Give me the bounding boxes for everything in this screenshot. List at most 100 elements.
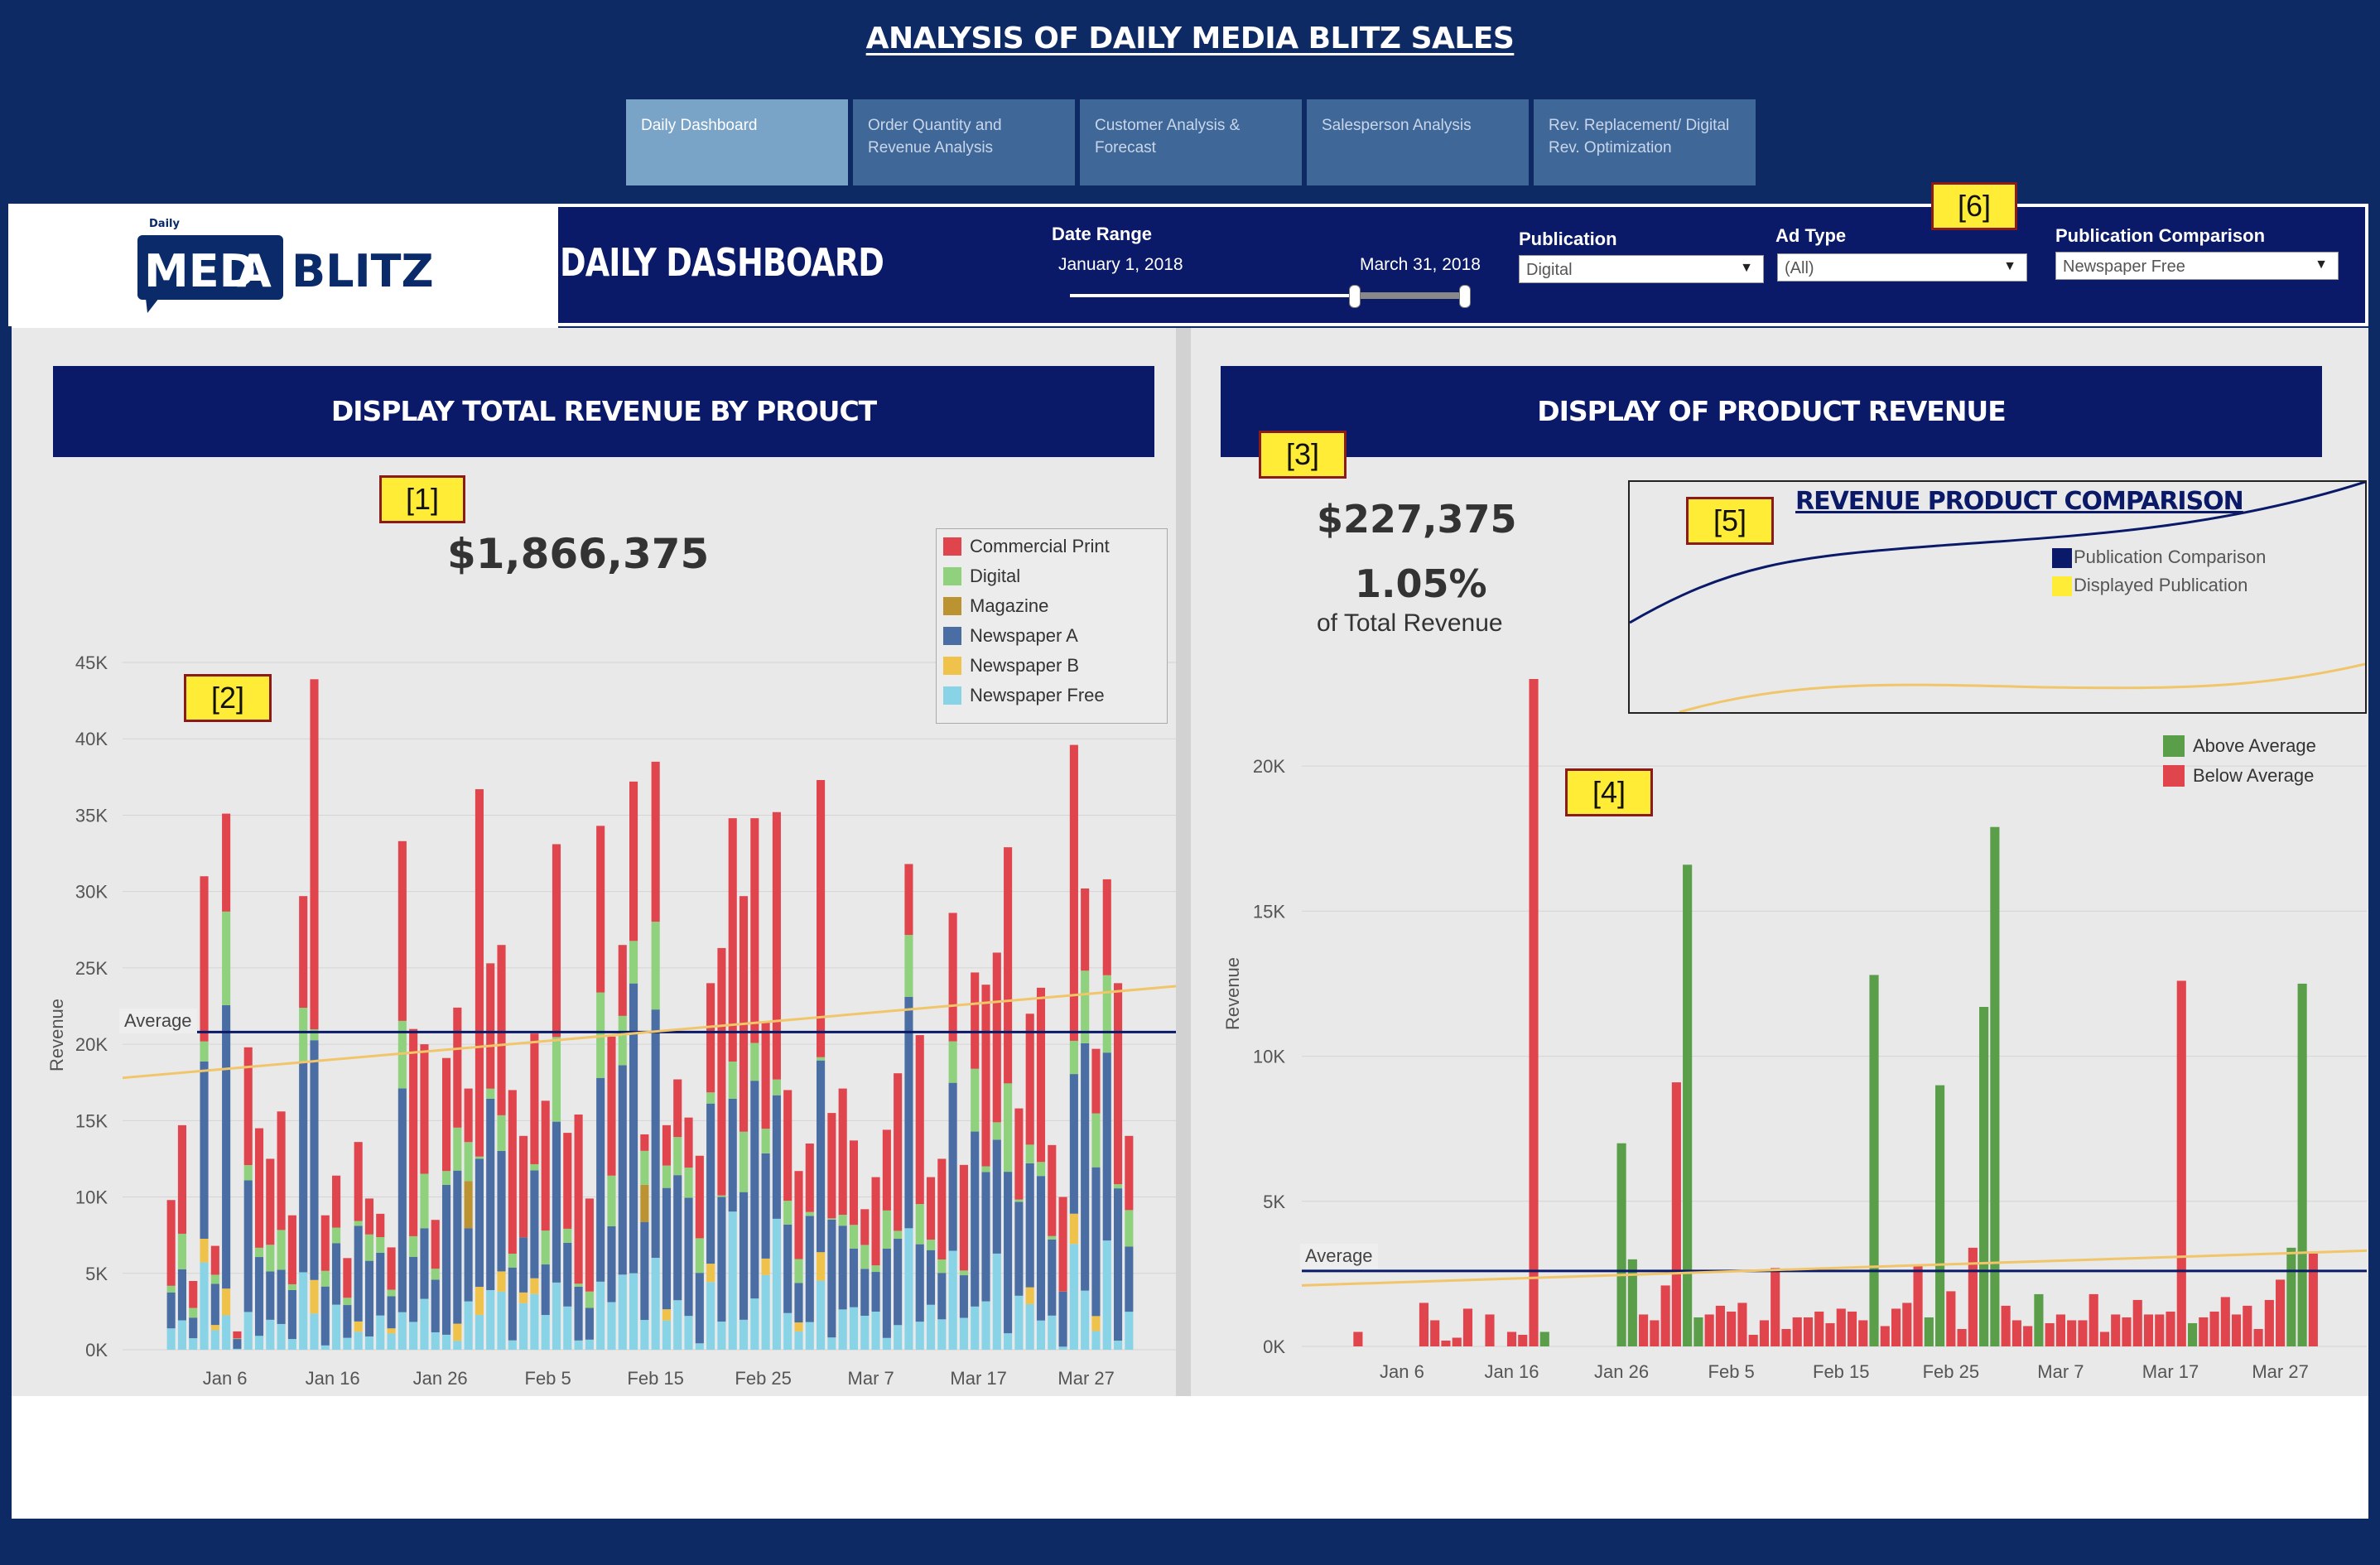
bar-segment-commercial-print[interactable]	[541, 1100, 550, 1231]
bar-segment-newspaper-free[interactable]	[299, 1272, 308, 1350]
bar-segment-commercial-print[interactable]	[376, 1213, 385, 1237]
bar-below-average[interactable]	[2045, 1322, 2055, 1346]
bar-below-average[interactable]	[1946, 1291, 1956, 1346]
bar-segment-digital[interactable]	[409, 1235, 418, 1258]
bar-segment-newspaper-a[interactable]	[222, 1004, 231, 1289]
bar-segment-newspaper-free[interactable]	[882, 1337, 891, 1350]
bar-segment-newspaper-free[interactable]	[673, 1300, 682, 1350]
bar-segment-newspaper-a[interactable]	[277, 1269, 286, 1324]
bar-segment-newspaper-free[interactable]	[1114, 1341, 1123, 1350]
bar-segment-newspaper-free[interactable]	[310, 1313, 319, 1350]
bar-below-average[interactable]	[1748, 1334, 1758, 1346]
bar-segment-newspaper-a[interactable]	[287, 1289, 296, 1340]
bar-below-average[interactable]	[2099, 1331, 2110, 1346]
bar-segment-newspaper-a[interactable]	[200, 1061, 209, 1239]
bar-segment-newspaper-free[interactable]	[926, 1304, 936, 1350]
bar-segment-newspaper-free[interactable]	[937, 1319, 947, 1350]
pubcomp-select[interactable]: Newspaper Free ▼	[2055, 252, 2339, 280]
bar-segment-digital[interactable]	[894, 1230, 903, 1240]
bar-segment-newspaper-a[interactable]	[871, 1272, 880, 1312]
bar-segment-newspaper-free[interactable]	[519, 1303, 528, 1350]
bar-segment-newspaper-free[interactable]	[894, 1325, 903, 1350]
bar-segment-newspaper-free[interactable]	[805, 1322, 814, 1350]
bar-segment-newspaper-a[interactable]	[817, 1060, 826, 1253]
bar-segment-newspaper-a[interactable]	[310, 1040, 319, 1280]
bar-segment-newspaper-a[interactable]	[894, 1239, 903, 1326]
bar-segment-newspaper-a[interactable]	[364, 1260, 374, 1337]
bar-segment-commercial-print[interactable]	[310, 679, 319, 1030]
bar-segment-commercial-print[interactable]	[332, 1175, 341, 1228]
bar-segment-digital[interactable]	[530, 1163, 539, 1171]
bar-segment-commercial-print[interactable]	[243, 1047, 253, 1166]
bar-segment-digital[interactable]	[441, 1171, 451, 1185]
bar-segment-newspaper-free[interactable]	[684, 1316, 693, 1350]
bar-segment-commercial-print[interactable]	[277, 1111, 286, 1230]
bar-segment-newspaper-free[interactable]	[177, 1320, 186, 1350]
bar-below-average[interactable]	[2155, 1314, 2165, 1346]
bar-segment-digital[interactable]	[1025, 1144, 1034, 1163]
bar-segment-newspaper-a[interactable]	[332, 1243, 341, 1305]
bar-segment-commercial-print[interactable]	[1091, 1048, 1101, 1114]
bar-above-average[interactable]	[1990, 826, 2000, 1346]
bar-segment-newspaper-a[interactable]	[189, 1317, 198, 1339]
bar-segment-newspaper-free[interactable]	[320, 1345, 330, 1350]
bar-segment-commercial-print[interactable]	[1058, 1197, 1067, 1292]
bar-segment-digital[interactable]	[464, 1142, 473, 1182]
bar-segment-newspaper-free[interactable]	[189, 1338, 198, 1350]
bar-segment-newspaper-a[interactable]	[453, 1170, 462, 1324]
bar-segment-digital[interactable]	[552, 1037, 561, 1122]
bar-segment-newspaper-a[interactable]	[1004, 1172, 1013, 1334]
bar-segment-newspaper-a[interactable]	[794, 1283, 803, 1323]
bar-segment-digital[interactable]	[233, 1338, 242, 1340]
bar-segment-newspaper-a[interactable]	[563, 1242, 572, 1307]
bar-segment-digital[interactable]	[431, 1269, 440, 1280]
bar-segment-newspaper-free[interactable]	[541, 1315, 550, 1350]
bar-segment-newspaper-a[interactable]	[254, 1257, 264, 1336]
bar-segment-newspaper-a[interactable]	[1036, 1176, 1046, 1321]
bar-segment-digital[interactable]	[343, 1298, 352, 1306]
bar-segment-newspaper-a[interactable]	[618, 1065, 627, 1275]
bar-segment-newspaper-a[interactable]	[1069, 1074, 1078, 1214]
bar-segment-newspaper-free[interactable]	[420, 1298, 429, 1350]
bar-segment-digital[interactable]	[420, 1173, 429, 1229]
bar-segment-newspaper-free[interactable]	[254, 1336, 264, 1350]
bar-above-average[interactable]	[1935, 1085, 1945, 1346]
bar-segment-commercial-print[interactable]	[706, 983, 715, 1093]
bar-segment-commercial-print[interactable]	[1102, 879, 1111, 975]
bar-segment-newspaper-free[interactable]	[1058, 1346, 1067, 1350]
bar-segment-digital[interactable]	[750, 1043, 759, 1081]
bar-below-average[interactable]	[2199, 1317, 2209, 1346]
bar-segment-newspaper-free[interactable]	[1125, 1312, 1134, 1350]
bar-segment-newspaper-free[interactable]	[706, 1282, 715, 1350]
bar-segment-commercial-print[interactable]	[794, 1171, 803, 1259]
bar-below-average[interactable]	[2209, 1311, 2219, 1346]
bar-segment-digital[interactable]	[838, 1215, 847, 1226]
bar-segment-commercial-print[interactable]	[915, 1035, 924, 1205]
bar-segment-newspaper-a[interactable]	[739, 1192, 749, 1320]
bar-segment-newspaper-free[interactable]	[838, 1309, 847, 1350]
bar-segment-digital[interactable]	[200, 1041, 209, 1062]
tab-rev-replacement[interactable]: Rev. Replacement/ Digital Rev. Optimizat…	[1534, 99, 1756, 185]
bar-segment-digital[interactable]	[210, 1274, 219, 1284]
bar-segment-newspaper-free[interactable]	[166, 1328, 176, 1350]
bar-segment-newspaper-free[interactable]	[971, 1306, 980, 1350]
bar-segment-digital[interactable]	[387, 1289, 396, 1297]
bar-segment-digital[interactable]	[508, 1254, 517, 1268]
bar-segment-digital[interactable]	[871, 1265, 880, 1273]
bar-segment-digital[interactable]	[475, 1156, 484, 1159]
bar-segment-commercial-print[interactable]	[387, 1247, 396, 1290]
bar-segment-newspaper-free[interactable]	[233, 1348, 242, 1350]
bar-segment-digital[interactable]	[266, 1245, 275, 1272]
bar-segment-newspaper-a[interactable]	[486, 1098, 495, 1291]
bar-segment-newspaper-a[interactable]	[1125, 1246, 1134, 1312]
bar-segment-commercial-print[interactable]	[761, 1021, 770, 1129]
bar-segment-newspaper-free[interactable]	[277, 1323, 286, 1350]
bar-segment-digital[interactable]	[497, 1115, 506, 1151]
bar-segment-digital[interactable]	[651, 922, 660, 1010]
bar-above-average[interactable]	[2187, 1322, 2198, 1346]
bar-segment-newspaper-free[interactable]	[441, 1334, 451, 1350]
bar-segment-newspaper-a[interactable]	[717, 1197, 726, 1322]
tab-daily-dashboard[interactable]: Daily Dashboard	[626, 99, 848, 185]
bar-segment-digital[interactable]	[926, 1240, 936, 1250]
bar-above-average[interactable]	[2286, 1247, 2296, 1346]
